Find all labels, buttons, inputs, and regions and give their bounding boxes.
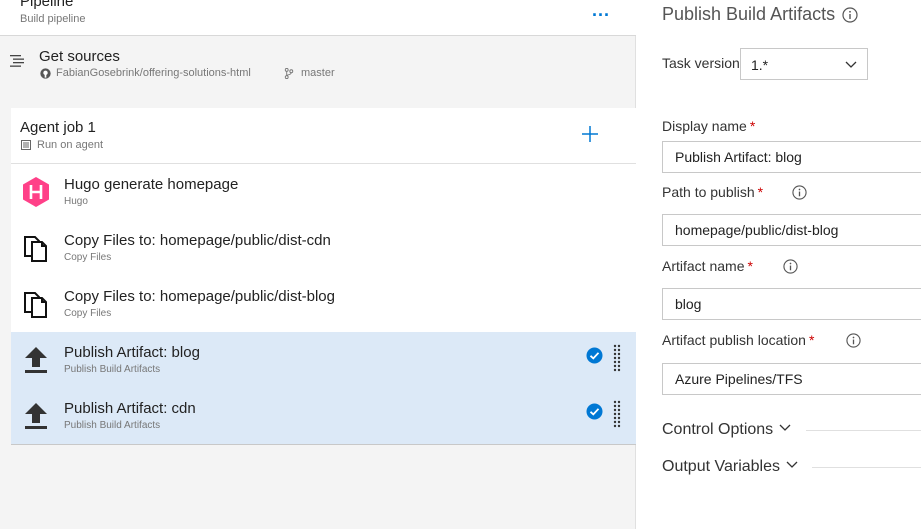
task-details-title: Publish Build Artifacts (662, 4, 836, 24)
control-options-toggle[interactable]: Control Options (662, 421, 791, 439)
get-sources-title: Get sources (39, 48, 120, 65)
copy-files-icon (21, 232, 51, 264)
chevron-down-icon (779, 424, 791, 431)
artifact-name-label-text: Artifact name (662, 258, 745, 274)
publish-location-input[interactable] (662, 363, 921, 395)
info-icon[interactable] (792, 185, 807, 200)
chevron-down-icon (845, 61, 857, 68)
hugo-icon (21, 176, 51, 208)
task-title: Publish Artifact: cdn (64, 400, 196, 417)
path-to-publish-input[interactable] (662, 214, 921, 246)
control-options-label: Control Options (662, 421, 774, 438)
task-title: Copy Files to: homepage/public/dist-cdn (64, 232, 331, 249)
required-mark: * (747, 258, 753, 274)
pipeline-subtitle: Build pipeline (20, 13, 86, 25)
task-row[interactable]: Publish Artifact: cdn Publish Build Artif… (11, 388, 636, 444)
task-row[interactable]: Publish Artifact: blog Publish Build Arti… (11, 332, 636, 388)
more-actions-button[interactable]: ... (592, 0, 610, 21)
task-subtitle: Copy Files (64, 308, 112, 319)
info-icon[interactable] (842, 7, 858, 23)
display-name-label: Display name * (662, 118, 755, 134)
publish-location-label-text: Artifact publish location (662, 332, 806, 348)
task-list-divider (11, 444, 636, 445)
task-version-value: 1.* (751, 57, 769, 73)
task-title: Hugo generate homepage (64, 176, 239, 193)
info-icon[interactable] (846, 333, 861, 348)
chevron-down-icon (786, 461, 798, 468)
section-divider (812, 467, 921, 468)
copy-files-icon (21, 288, 51, 320)
path-to-publish-label: Path to publish * (662, 184, 763, 200)
info-icon[interactable] (783, 259, 798, 274)
task-version-label: Task version (662, 55, 740, 71)
task-row[interactable]: Copy Files to: homepage/public/dist-cdn C… (11, 220, 636, 276)
output-variables-toggle[interactable]: Output Variables (662, 458, 798, 476)
repository-name: FabianGosebrink/offering-solutions-html (56, 67, 251, 79)
drag-handle-icon[interactable] (613, 344, 621, 372)
task-title: Publish Artifact: blog (64, 344, 200, 361)
agent-icon (21, 140, 31, 150)
branch-name: master (301, 67, 335, 79)
branch-icon (284, 68, 294, 79)
task-subtitle: Publish Build Artifacts (64, 420, 161, 431)
task-title: Copy Files to: homepage/public/dist-blog (64, 288, 335, 305)
required-mark: * (749, 118, 756, 134)
section-divider (806, 430, 921, 431)
agent-job-title: Agent job 1 (20, 119, 96, 136)
upload-icon (21, 400, 51, 432)
github-icon (40, 68, 51, 79)
agent-job-row[interactable] (11, 108, 636, 164)
display-name-label-text: Display name (662, 118, 747, 134)
output-variables-label: Output Variables (662, 458, 780, 475)
task-subtitle: Publish Build Artifacts (64, 364, 161, 375)
pipeline-header[interactable] (0, 0, 636, 36)
add-task-icon[interactable] (580, 124, 600, 144)
artifact-name-input[interactable] (662, 288, 921, 320)
checkmark-icon[interactable] (586, 403, 603, 420)
pipeline-title: Pipeline (20, 0, 74, 10)
task-row[interactable]: Hugo generate homepage Hugo (11, 164, 636, 220)
publish-location-label: Artifact publish location * (662, 332, 814, 348)
artifact-name-label: Artifact name * (662, 258, 753, 274)
get-sources-icon (10, 55, 24, 67)
required-mark: * (808, 332, 815, 348)
task-subtitle: Hugo (64, 196, 88, 207)
task-row[interactable]: Copy Files to: homepage/public/dist-blog… (11, 276, 636, 332)
task-subtitle: Copy Files (64, 252, 112, 263)
drag-handle-icon[interactable] (613, 400, 621, 428)
task-version-select[interactable]: 1.* (740, 48, 868, 80)
required-mark: * (757, 184, 764, 200)
upload-icon (21, 344, 51, 376)
path-to-publish-label-text: Path to publish (662, 184, 755, 200)
agent-job-subtitle: Run on agent (37, 139, 104, 151)
checkmark-icon[interactable] (586, 347, 603, 364)
display-name-input[interactable] (662, 141, 921, 173)
